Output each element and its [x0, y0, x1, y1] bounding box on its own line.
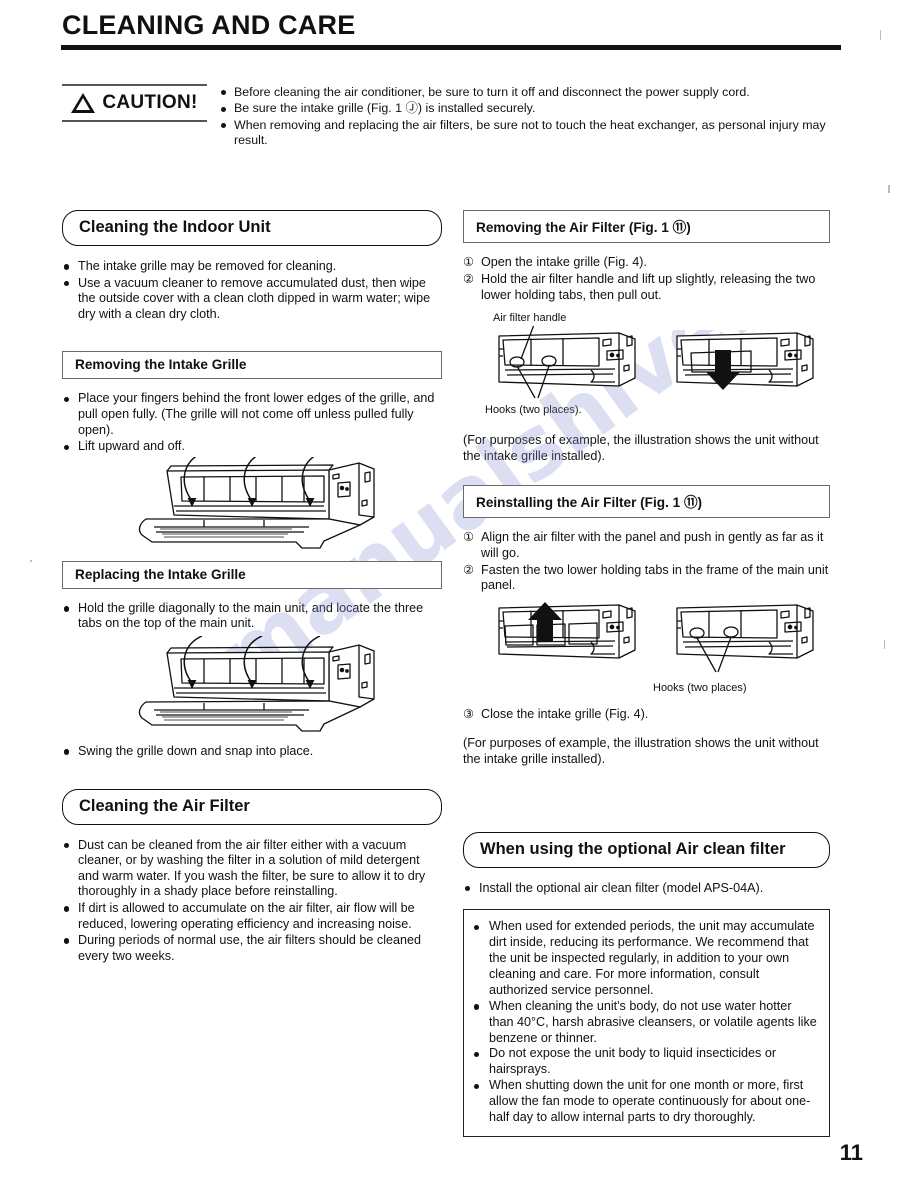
list-item: Install the optional air clean filter (m… — [463, 881, 830, 897]
section-heading-air-clean-filter: When using the optional Air clean filter — [463, 831, 830, 868]
removal-note: (For purposes of example, the illustrati… — [463, 433, 819, 464]
step-number: ① — [463, 529, 475, 544]
list-item: During periods of normal use, the air fi… — [62, 933, 442, 964]
caution-label: CAUTION! — [102, 92, 198, 113]
scan-edge-mark — [30, 560, 32, 562]
air-filter-handle-label: Air filter handle — [493, 312, 567, 325]
step-text: Close the intake grille (Fig. 4). — [481, 707, 649, 722]
section-heading-cleaning-indoor-unit: Cleaning the Indoor Unit — [62, 210, 442, 246]
step-text: Fasten the two lower holding tabs in the… — [481, 562, 829, 593]
page-number: 11 — [839, 1140, 863, 1165]
list-item: The intake grille may be removed for cle… — [62, 259, 442, 275]
scan-edge-mark — [880, 30, 881, 40]
left-column: Cleaning the Indoor Unit The intake gril… — [62, 210, 442, 965]
list-item: Use a vacuum cleaner to remove accumulat… — [62, 276, 442, 323]
list-item: Dust can be cleaned from the air filter … — [62, 838, 442, 900]
reinstall-note: (For purposes of example, the illustrati… — [463, 735, 819, 766]
step-number: ① — [463, 255, 475, 269]
hooks-label-removal: Hooks (two places). — [485, 404, 582, 417]
page-title: CLEANING AND CARE — [62, 10, 356, 40]
air-clean-filter-bullets: Install the optional air clean filter (m… — [463, 881, 830, 897]
replacing-intake-grille-bullets-after: Swing the grille down and snap into plac… — [62, 744, 442, 760]
section-heading-cleaning-air-filter: Cleaning the Air Filter — [62, 788, 442, 825]
reinstalling-air-filter-step3: ③ Close the intake grille (Fig. 4). — [463, 707, 830, 723]
caution-item: Before cleaning the air conditioner, be … — [220, 85, 845, 100]
section-heading-removing-air-filter: Removing the Air Filter (Fig. 1 ⑪) — [463, 210, 830, 243]
list-item: When shutting down the unit for one mont… — [472, 1078, 819, 1126]
list-item: Swing the grille down and snap into plac… — [62, 744, 442, 760]
air-filter-removal-illustration — [491, 326, 830, 402]
list-item: Lift upward and off. — [62, 439, 442, 455]
section-heading-reinstalling-air-filter: Reinstalling the Air Filter (Fig. 1 ⑪) — [463, 484, 830, 518]
indoor-unit-grille-removal-illustration — [124, 456, 442, 549]
step-number: ② — [463, 562, 475, 577]
cleaning-indoor-unit-bullets: The intake grille may be removed for cle… — [62, 259, 442, 322]
right-column: Removing the Air Filter (Fig. 1 ⑪) ① Ope… — [463, 210, 830, 1137]
list-item: ① Align the air filter with the panel an… — [463, 530, 830, 562]
list-item: Do not expose the unit body to liquid in… — [472, 1046, 819, 1078]
list-item: If dirt is allowed to accumulate on the … — [62, 901, 442, 932]
list-item: When used for extended periods, the unit… — [472, 919, 819, 999]
removing-air-filter-steps: ① Open the intake grille (Fig. 4). ② Hol… — [463, 255, 830, 303]
step-text: Open the intake grille (Fig. 4). — [481, 255, 647, 269]
warning-list: When used for extended periods, the unit… — [472, 919, 819, 1126]
step-number: ③ — [463, 707, 475, 722]
caution-item: When removing and replacing the air filt… — [220, 118, 845, 149]
replacing-intake-grille-bullets-before: Hold the grille diagonally to the main u… — [62, 601, 442, 632]
list-item: ① Open the intake grille (Fig. 4). — [463, 255, 830, 271]
caution-item: Be sure the intake grille (Fig. 1 Ⓙ) is … — [220, 101, 845, 116]
scan-edge-mark — [884, 640, 885, 649]
air-filter-reinstall-illustration — [491, 600, 830, 680]
cleaning-air-filter-bullets: Dust can be cleaned from the air filter … — [62, 838, 442, 965]
list-item: Place your fingers behind the front lowe… — [62, 391, 442, 438]
step-number: ② — [463, 271, 475, 286]
indoor-unit-grille-replacement-illustration — [124, 635, 442, 732]
scan-edge-mark — [888, 185, 890, 193]
section-heading-replacing-intake-grille: Replacing the Intake Grille — [62, 560, 442, 589]
air-clean-filter-warning-box: When used for extended periods, the unit… — [463, 909, 830, 1137]
list-item: ② Hold the air filter handle and lift up… — [463, 272, 830, 304]
title-rule — [61, 45, 841, 50]
list-item: Hold the grille diagonally to the main u… — [62, 601, 442, 632]
list-item: When cleaning the unit's body, do not us… — [472, 999, 819, 1047]
list-item: ② Fasten the two lower holding tabs in t… — [463, 563, 830, 595]
document-page: manualshive.co CLEANING AND CARE CAUTION… — [0, 0, 918, 1188]
caution-list: Before cleaning the air conditioner, be … — [220, 85, 845, 150]
step-text: Hold the air filter handle and lift up s… — [481, 271, 816, 302]
removing-intake-grille-bullets: Place your fingers behind the front lowe… — [62, 391, 442, 454]
reinstalling-air-filter-steps: ① Align the air filter with the panel an… — [463, 530, 830, 594]
caution-badge: CAUTION! — [62, 84, 207, 122]
list-item: ③ Close the intake grille (Fig. 4). — [463, 707, 830, 723]
warning-triangle-icon — [71, 93, 96, 113]
step-text: Align the air filter with the panel and … — [481, 529, 824, 560]
section-heading-removing-intake-grille: Removing the Intake Grille — [62, 351, 442, 380]
hooks-label-reinstall: Hooks (two places) — [653, 682, 747, 695]
